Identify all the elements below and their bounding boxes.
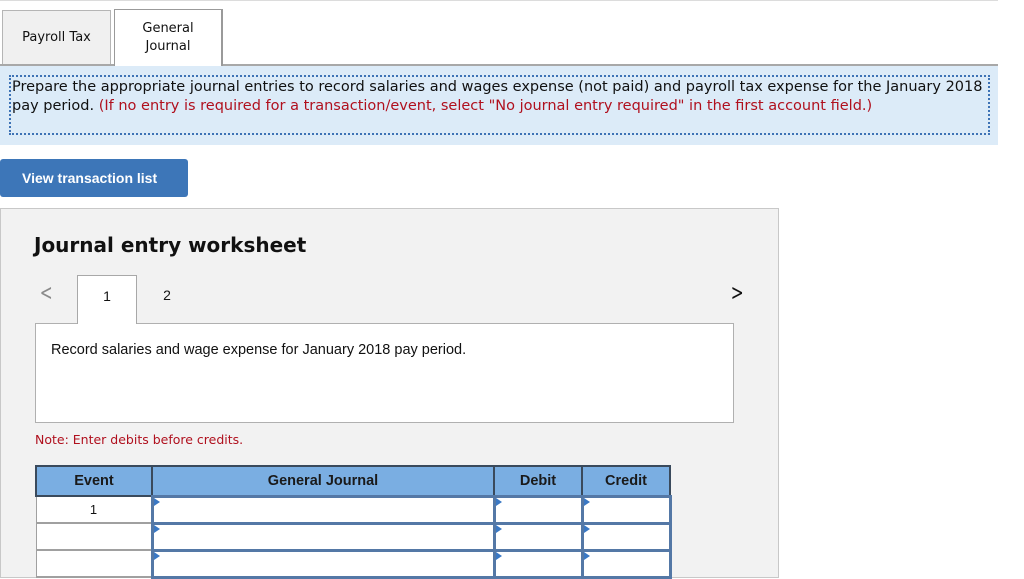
header-debit: Debit <box>493 465 583 497</box>
tab-payroll-tax-label: Payroll Tax <box>22 30 91 45</box>
instructions-panel: Prepare the appropriate journal entries … <box>0 66 998 145</box>
debit-input[interactable] <box>495 551 581 576</box>
top-divider <box>0 0 998 1</box>
debit-cell[interactable] <box>492 548 584 579</box>
table-row <box>35 548 672 579</box>
dropdown-marker-icon <box>495 551 502 560</box>
chevron-right-icon[interactable]: > <box>731 281 744 306</box>
event-cell <box>35 522 153 551</box>
dropdown-marker-icon <box>583 497 590 506</box>
credit-cell[interactable] <box>580 548 672 579</box>
account-input[interactable] <box>153 524 493 549</box>
journal-entry-worksheet: Journal entry worksheet < 1 2 > Record s… <box>0 208 779 579</box>
tab-general-journal[interactable]: General Journal <box>114 9 223 66</box>
account-cell[interactable] <box>150 521 496 552</box>
step-tab-1[interactable]: 1 <box>77 275 137 324</box>
transaction-description: Record salaries and wage expense for Jan… <box>35 323 734 423</box>
credit-input[interactable] <box>583 497 669 522</box>
credit-cell[interactable] <box>580 494 672 525</box>
table-row <box>35 521 672 552</box>
dropdown-marker-icon <box>583 524 590 533</box>
header-credit: Credit <box>581 465 671 497</box>
tab-general-journal-label-line1: General <box>142 21 194 36</box>
chevron-left-icon[interactable]: < <box>40 281 53 306</box>
event-cell <box>35 549 153 578</box>
journal-header-row: Event General Journal Debit Credit <box>35 465 671 497</box>
tab-payroll-tax[interactable]: Payroll Tax <box>2 10 111 65</box>
account-input[interactable] <box>153 497 493 522</box>
dropdown-marker-icon <box>153 551 160 560</box>
debit-cell[interactable] <box>492 521 584 552</box>
table-row: 1 <box>35 494 672 525</box>
dropdown-marker-icon <box>583 551 590 560</box>
tab-general-journal-label-line2: Journal <box>145 39 191 54</box>
tab-general-journal-label: General Journal <box>142 20 193 56</box>
debit-input[interactable] <box>495 524 581 549</box>
event-cell: 1 <box>35 495 153 524</box>
dropdown-marker-icon <box>153 524 160 533</box>
debit-cell[interactable] <box>492 494 584 525</box>
view-transaction-list-button[interactable]: View transaction list <box>0 159 188 197</box>
step-tab-2[interactable]: 2 <box>137 275 197 323</box>
dropdown-marker-icon <box>495 497 502 506</box>
credit-input[interactable] <box>583 551 669 576</box>
account-cell[interactable] <box>150 494 496 525</box>
debit-input[interactable] <box>495 497 581 522</box>
dropdown-marker-icon <box>495 524 502 533</box>
credit-input[interactable] <box>583 524 669 549</box>
header-general-journal: General Journal <box>151 465 495 497</box>
journal-table: Event General Journal Debit Credit 1 <box>35 465 672 579</box>
account-cell[interactable] <box>150 548 496 579</box>
header-event: Event <box>35 465 153 497</box>
tab-bar: Payroll Tax General Journal <box>0 9 998 66</box>
account-input[interactable] <box>153 551 493 576</box>
debit-credit-note: Note: Enter debits before credits. <box>35 432 244 447</box>
dropdown-marker-icon <box>153 497 160 506</box>
credit-cell[interactable] <box>580 521 672 552</box>
instructions-note: (If no entry is required for a transacti… <box>98 98 873 114</box>
worksheet-title: Journal entry worksheet <box>34 233 307 257</box>
instructions-text: Prepare the appropriate journal entries … <box>9 75 990 135</box>
